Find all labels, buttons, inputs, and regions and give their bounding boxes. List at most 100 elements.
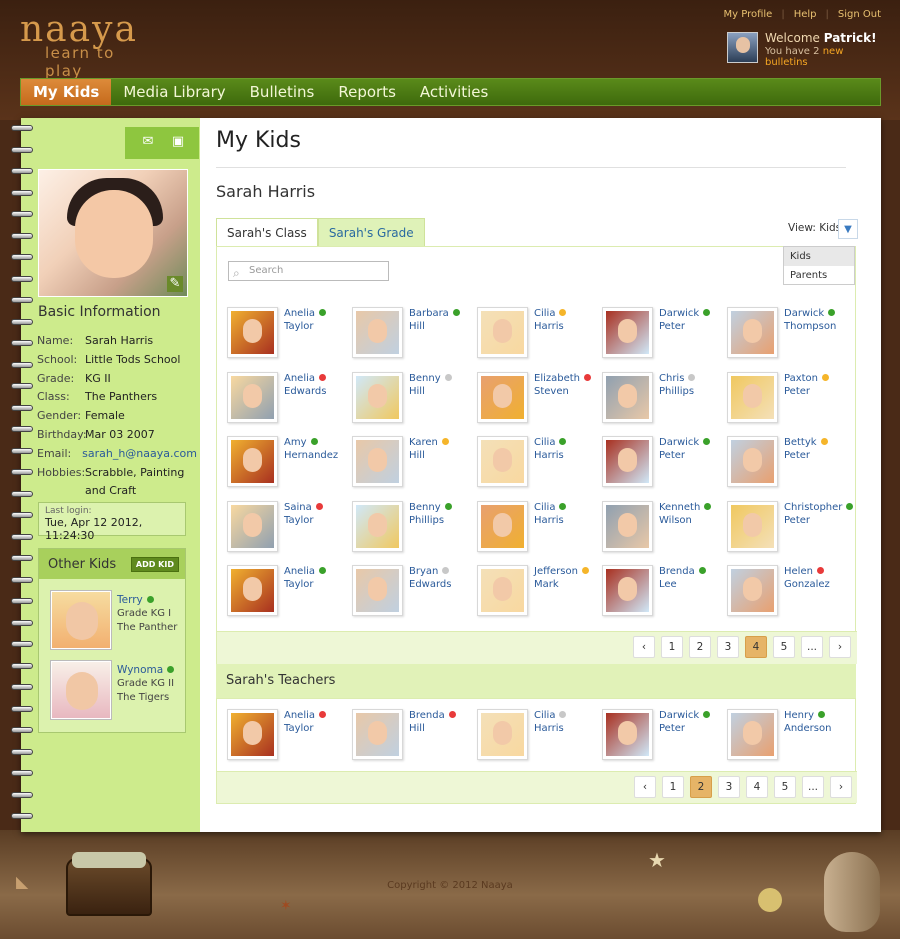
teacher-first-name-text[interactable]: Anelia [284,710,315,721]
classmate-last-name[interactable]: Phillips [659,385,694,398]
view-option-kids[interactable]: Kids [784,247,854,266]
classmate-last-name[interactable]: Wilson [659,514,692,527]
classmate-card[interactable]: Brenda Lee [602,565,726,621]
view-selector[interactable]: View: Kids ▼ [788,219,858,239]
other-kid-photo[interactable] [51,661,111,719]
classmate-photo[interactable] [477,500,528,552]
classmate-first-name[interactable]: Chris [659,372,696,385]
classmate-card[interactable]: Paxton Peter [727,371,851,428]
teacher-last-name[interactable]: Anderson [784,722,831,735]
classmate-last-name[interactable]: Steven [534,385,569,398]
edit-pencil-icon[interactable]: ✎ [167,276,183,292]
classmate-first-name[interactable]: Darwick [784,307,836,320]
naaya-logo[interactable]: naaya learn to play [20,12,155,81]
tab-sarahs-class[interactable]: Sarah's Class [216,218,318,246]
classmate-last-name[interactable]: Peter [784,385,810,398]
other-kid-name-text[interactable]: Wynoma [117,664,163,676]
email-link[interactable]: sarah_h@naaya.com [82,445,197,464]
page-button[interactable]: ... [802,776,824,798]
page-button[interactable]: 3 [718,776,740,798]
classmate-photo[interactable] [352,565,403,616]
add-kid-button[interactable]: ADD KID [130,556,179,572]
classmate-photo[interactable] [477,436,528,487]
classmate-first-name-text[interactable]: Benny [409,502,441,513]
classmate-photo[interactable] [477,307,528,358]
teacher-first-name[interactable]: Brenda [409,709,456,722]
classmate-first-name[interactable]: Helen [784,565,824,578]
classmate-card[interactable]: Barbara Hill [352,307,476,363]
classmate-photo[interactable] [352,371,403,423]
classmate-first-name-text[interactable]: Anelia [284,566,315,577]
teacher-first-name[interactable]: Anelia [284,709,327,722]
teacher-first-name-text[interactable]: Darwick [659,710,699,721]
classmate-card[interactable]: Karen Hill [352,436,476,492]
teacher-card[interactable]: Darwick Peter [602,709,726,765]
classmate-first-name-text[interactable]: Saina [284,502,312,513]
classmate-last-name[interactable]: Peter [784,514,810,527]
classmate-photo[interactable] [602,565,653,616]
other-kid-name-text[interactable]: Terry [117,594,143,606]
teacher-card[interactable]: Anelia Taylor [227,709,351,765]
teacher-first-name[interactable]: Cilia [534,709,567,722]
classmate-first-name[interactable]: Jefferson [534,565,589,578]
teacher-photo[interactable] [477,709,528,760]
teacher-first-name-text[interactable]: Cilia [534,710,555,721]
classmate-last-name[interactable]: Harris [534,449,564,462]
page-button[interactable]: 1 [661,636,683,658]
classmate-first-name-text[interactable]: Helen [784,566,813,577]
page-button[interactable]: 4 [746,776,768,798]
teacher-first-name-text[interactable]: Henry [784,710,814,721]
classmate-first-name[interactable]: Cilia [534,501,567,514]
classmate-photo[interactable] [227,500,278,552]
teacher-photo[interactable] [727,709,778,760]
classmate-first-name[interactable]: Kenneth [659,501,712,514]
classmate-card[interactable]: Bryan Edwards [352,565,476,621]
classmate-card[interactable]: Helen Gonzalez [727,565,851,621]
other-kid-photo[interactable] [51,591,111,649]
teacher-card[interactable]: Henry Anderson [727,709,851,765]
classmate-photo[interactable] [602,371,653,423]
classmate-first-name[interactable]: Brenda [659,565,706,578]
classmate-card[interactable]: Cilia Harris [477,307,601,363]
teacher-last-name[interactable]: Harris [534,722,564,735]
classmate-photo[interactable] [727,371,778,423]
classmate-first-name-text[interactable]: Bryan [409,566,438,577]
bulletin-board-icon[interactable]: ▣ [169,135,187,149]
teacher-first-name[interactable]: Henry [784,709,826,722]
teacher-first-name-text[interactable]: Brenda [409,710,445,721]
classmate-first-name[interactable]: Anelia [284,372,327,385]
classmate-first-name-text[interactable]: Bettyk [784,437,817,448]
my-profile-link[interactable]: My Profile [723,9,772,20]
classmate-first-name-text[interactable]: Cilia [534,308,555,319]
classmate-first-name-text[interactable]: Elizabeth [534,373,580,384]
classmate-last-name[interactable]: Peter [659,449,685,462]
classmate-card[interactable]: Christopher Peter [727,500,854,557]
classmate-card[interactable]: Cilia Harris [477,500,601,557]
classmate-first-name[interactable]: Benny [409,501,452,514]
classmate-last-name[interactable]: Peter [659,320,685,333]
classmate-card[interactable]: Cilia Harris [477,436,601,492]
classmate-first-name-text[interactable]: Cilia [534,502,555,513]
page-button[interactable]: 2 [689,636,711,658]
classmate-first-name[interactable]: Cilia [534,307,567,320]
classmate-photo[interactable] [477,565,528,616]
teacher-card[interactable]: Brenda Hill [352,709,476,765]
classmate-photo[interactable] [727,500,778,552]
classmate-first-name[interactable]: Saina [284,501,323,514]
classmate-photo[interactable] [227,436,278,487]
classmate-card[interactable]: Benny Phillips [352,500,476,557]
classmate-first-name-text[interactable]: Darwick [659,437,699,448]
classmate-card[interactable]: Bettyk Peter [727,436,851,492]
classmate-last-name[interactable]: Taylor [284,578,314,591]
classmate-first-name[interactable]: Cilia [534,436,567,449]
classmate-first-name-text[interactable]: Kenneth [659,502,700,513]
classmate-first-name[interactable]: Paxton [784,372,830,385]
classmate-first-name[interactable]: Bryan [409,565,450,578]
classmate-card[interactable]: Chris Phillips [602,371,726,428]
classmate-last-name[interactable]: Taylor [284,320,314,333]
classmate-card[interactable]: Benny Hill [352,371,476,428]
classmate-card[interactable]: Darwick Peter [602,436,726,492]
classmate-first-name-text[interactable]: Brenda [659,566,695,577]
classmate-card[interactable]: Darwick Thompson [727,307,851,363]
classmate-last-name[interactable]: Lee [659,578,677,591]
